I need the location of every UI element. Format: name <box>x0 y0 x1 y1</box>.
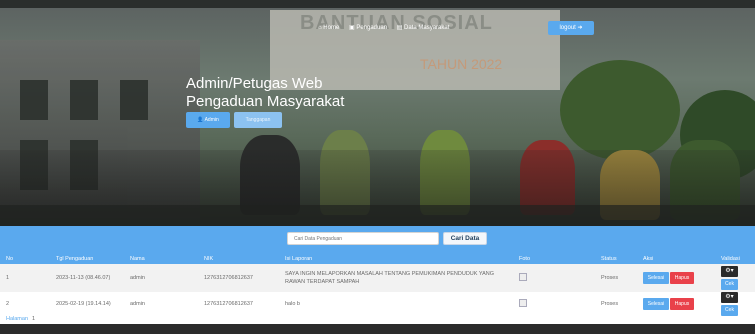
col-foto: Foto <box>519 256 531 262</box>
cell-validasi: ⚙▾ Cek <box>715 292 755 316</box>
title-line-1: Admin/Petugas Web <box>186 75 323 92</box>
table-header: No Tgl Pengaduan Nama NIK Isi Laporan Fo… <box>0 254 755 264</box>
cell-nik: 1276312706812637 <box>204 275 253 281</box>
cell-nama: admin <box>130 301 145 307</box>
hero-bottom-shade <box>0 205 755 226</box>
pagination: Halaman 1 <box>6 316 35 322</box>
broken-image-icon[interactable] <box>519 273 527 281</box>
data-masyarakat-link[interactable]: ▤ Data Masyarakat <box>397 25 454 31</box>
col-validasi: Validasi <box>721 256 740 262</box>
title-line-2: Pengaduan Masyarakat <box>186 93 345 110</box>
cell-tgl: 2023-11-13 (08.46.07) <box>56 275 111 281</box>
logout-label: logout <box>559 25 576 31</box>
building-window <box>70 80 98 120</box>
col-no: No <box>6 256 14 262</box>
building-window <box>120 80 148 120</box>
col-nama: Nama <box>130 256 145 262</box>
cell-status: Proses <box>601 275 619 281</box>
cell-aksi: Selesai Hapus <box>637 292 715 316</box>
search-input[interactable] <box>287 232 439 245</box>
logout-button[interactable]: logout ➜ <box>548 21 594 35</box>
banner-year: TAHUN 2022 <box>420 56 503 72</box>
col-aksi: Aksi <box>643 256 654 262</box>
admin-button[interactable]: 👤 Admin <box>186 112 230 128</box>
table-row: 2 2025-02-19 (19.14.14) admin 1276312706… <box>0 292 755 316</box>
hapus-button[interactable]: Hapus <box>670 298 694 310</box>
cell-no: 1 <box>6 275 10 281</box>
gear-dropdown-icon[interactable]: ⚙▾ <box>721 266 738 277</box>
cell-isi: halo b <box>285 301 300 307</box>
cell-aksi: Selesai Hapus <box>637 264 715 292</box>
building-window <box>20 80 48 120</box>
cell-nama: admin <box>130 275 145 281</box>
pengaduan-label: Pengaduan <box>356 25 388 31</box>
cell-nik: 1276312706812637 <box>204 301 253 307</box>
col-status: Status <box>601 256 617 262</box>
pagination-label: Halaman <box>6 316 29 322</box>
cell-no: 2 <box>6 301 10 307</box>
selesai-button[interactable]: Selesai <box>643 272 669 284</box>
data-masyarakat-label: Data Masyarakat <box>404 25 450 31</box>
top-nav: ⌂ Home ▣ Pengaduan ▤ Data Masyarakat <box>318 24 457 31</box>
hero-banner: BANTUAN SOSIAL TAHUN 2022 <box>0 0 755 226</box>
hapus-button[interactable]: Hapus <box>670 272 694 284</box>
search-button[interactable]: Cari Data <box>443 232 487 245</box>
gear-dropdown-icon[interactable]: ⚙▾ <box>721 292 738 303</box>
background-plant <box>560 60 680 160</box>
footer <box>0 324 755 334</box>
cell-isi: SAYA INGIN MELAPORKAN MASALAH TENTANG PE… <box>285 271 495 285</box>
cek-button[interactable]: Cek <box>721 305 738 316</box>
table-row: 1 2023-11-13 (08.46.07) admin 1276312706… <box>0 264 755 292</box>
admin-label: Admin <box>204 117 219 123</box>
selesai-button[interactable]: Selesai <box>643 298 669 310</box>
tanggapan-label: Tanggapan <box>245 117 271 123</box>
page-title: Admin/Petugas Web Pengaduan Masyarakat <box>186 75 344 111</box>
cell-status: Proses <box>601 301 619 307</box>
col-isi: Isi Laporan <box>285 256 313 262</box>
cell-foto <box>513 292 595 316</box>
col-tgl: Tgl Pengaduan <box>56 256 94 262</box>
home-label: Home <box>323 25 340 31</box>
broken-image-icon[interactable] <box>519 299 527 307</box>
page-link[interactable]: 1 <box>32 316 35 322</box>
cell-validasi: ⚙▾ Cek <box>715 264 755 292</box>
cell-tgl: 2025-02-19 (19.14.14) <box>56 301 111 307</box>
top-strip <box>0 0 755 8</box>
tanggapan-button[interactable]: Tanggapan <box>234 112 282 128</box>
home-link[interactable]: ⌂ Home <box>318 25 343 31</box>
pengaduan-link[interactable]: ▣ Pengaduan <box>349 25 391 31</box>
col-nik: NIK <box>204 256 214 262</box>
complaints-table: No Tgl Pengaduan Nama NIK Isi Laporan Fo… <box>0 254 755 316</box>
cell-foto <box>513 264 595 292</box>
cek-button[interactable]: Cek <box>721 279 738 290</box>
